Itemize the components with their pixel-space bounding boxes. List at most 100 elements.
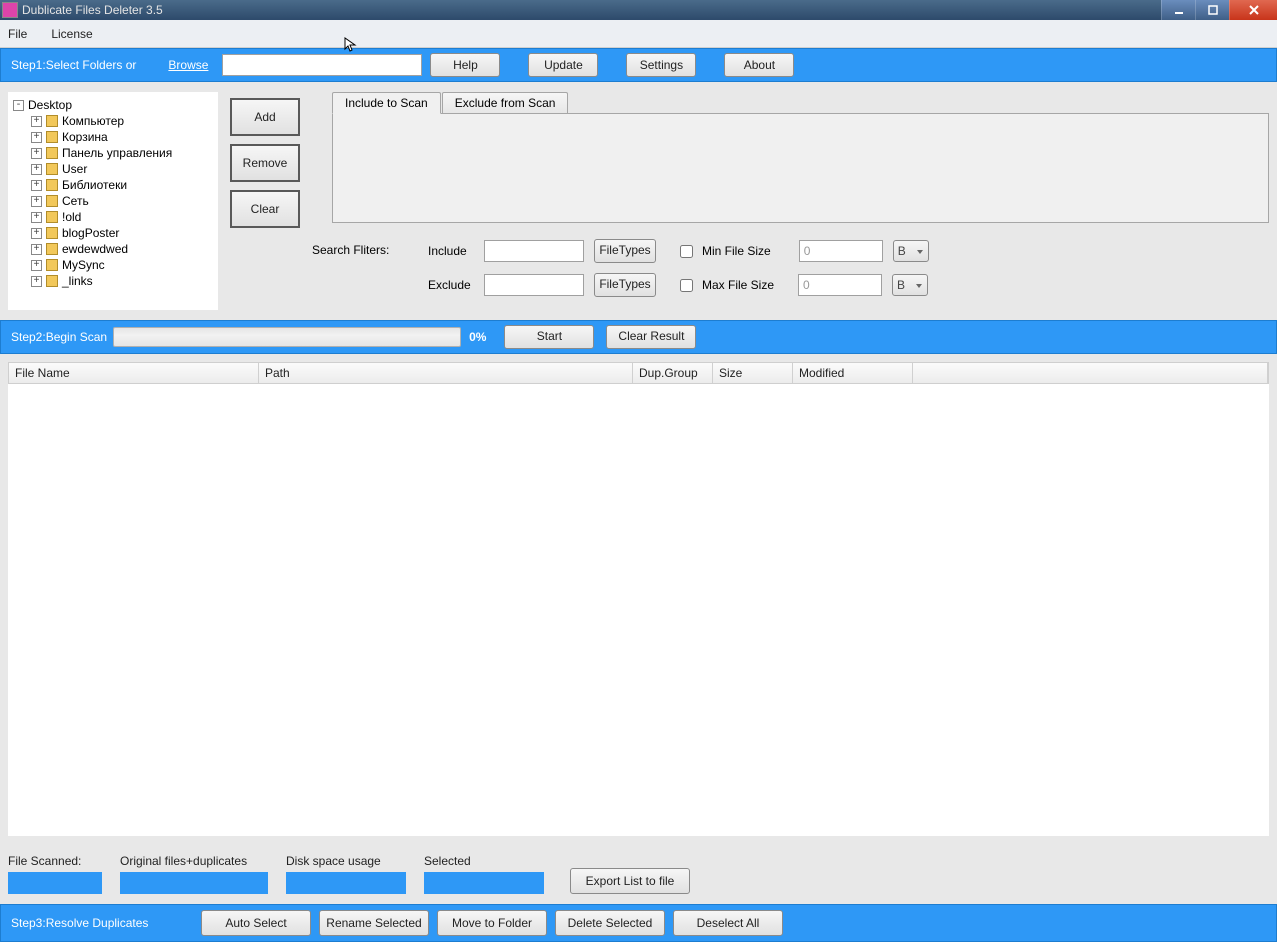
- add-button[interactable]: Add: [230, 98, 300, 136]
- include-input[interactable]: [484, 240, 584, 262]
- window-titlebar: Dublicate Files Deleter 3.5: [0, 0, 1277, 20]
- expand-icon[interactable]: +: [31, 132, 42, 143]
- help-button[interactable]: Help: [430, 53, 500, 77]
- maximize-button[interactable]: [1195, 0, 1229, 20]
- tree-node-label: Сеть: [62, 193, 89, 209]
- window-title: Dublicate Files Deleter 3.5: [22, 3, 163, 17]
- scan-percent: 0%: [469, 330, 486, 344]
- expand-icon[interactable]: +: [31, 276, 42, 287]
- close-button[interactable]: [1229, 0, 1277, 20]
- folder-icon: [46, 227, 58, 239]
- exclude-filetypes-button[interactable]: FileTypes: [594, 273, 656, 297]
- max-size-label: Max File Size: [702, 278, 774, 292]
- stat-selected-label: Selected: [424, 854, 544, 868]
- table-body[interactable]: [8, 384, 1269, 836]
- folder-icon: [46, 259, 58, 271]
- update-button[interactable]: Update: [528, 53, 598, 77]
- expand-icon[interactable]: +: [31, 260, 42, 271]
- filters-title: Search Fliters:: [312, 239, 402, 297]
- max-size-unit[interactable]: B: [892, 274, 928, 296]
- tree-node-label: blogPoster: [62, 225, 119, 241]
- tree-node[interactable]: +!old: [11, 209, 215, 225]
- tree-node[interactable]: +ewdewdwed: [11, 241, 215, 257]
- exclude-input[interactable]: [484, 274, 584, 296]
- results-table[interactable]: File Name Path Dup.Group Size Modified: [8, 362, 1269, 836]
- delete-selected-button[interactable]: Delete Selected: [555, 910, 665, 936]
- tree-node[interactable]: + Библиотеки: [11, 177, 215, 193]
- folder-tree[interactable]: - Desktop +Компьютер+Корзина+Панель упра…: [8, 92, 218, 310]
- menu-license[interactable]: License: [51, 27, 92, 41]
- folder-icon: [46, 211, 58, 223]
- max-size-checkbox[interactable]: [680, 279, 693, 292]
- step2-bar: Step2:Begin Scan 0% Start Clear Result: [0, 320, 1277, 354]
- scan-tab-body: [332, 113, 1269, 223]
- export-button[interactable]: Export List to file: [570, 868, 690, 894]
- tree-node[interactable]: + MySync: [11, 257, 215, 273]
- folder-icon: [46, 115, 58, 127]
- max-size-input[interactable]: [798, 274, 882, 296]
- tab-exclude[interactable]: Exclude from Scan: [442, 92, 569, 114]
- min-size-input[interactable]: [799, 240, 883, 262]
- folder-icon: [46, 275, 58, 287]
- col-group[interactable]: Dup.Group: [633, 363, 713, 383]
- tree-node[interactable]: +Компьютер: [11, 113, 215, 129]
- expand-icon[interactable]: +: [31, 148, 42, 159]
- stats-row: File Scanned: Original files+duplicates …: [0, 844, 1277, 904]
- rename-selected-button[interactable]: Rename Selected: [319, 910, 429, 936]
- tab-include[interactable]: Include to Scan: [332, 92, 441, 114]
- stat-disk-value: [286, 872, 406, 894]
- auto-select-button[interactable]: Auto Select: [201, 910, 311, 936]
- app-icon: [2, 2, 18, 18]
- min-size-unit[interactable]: B: [893, 240, 929, 262]
- start-button[interactable]: Start: [504, 325, 594, 349]
- path-input[interactable]: [222, 54, 422, 76]
- exclude-label: Exclude: [428, 278, 474, 292]
- col-path[interactable]: Path: [259, 363, 633, 383]
- step2-label: Step2:Begin Scan: [11, 330, 107, 344]
- tree-node[interactable]: +_links: [11, 273, 215, 289]
- tree-node-label: MySync: [62, 257, 105, 273]
- collapse-icon[interactable]: -: [13, 100, 24, 111]
- step1-bar: Step1:Select Folders or Browse Help Upda…: [0, 48, 1277, 82]
- tree-node[interactable]: + blogPoster: [11, 225, 215, 241]
- stat-orig-value: [120, 872, 268, 894]
- min-size-checkbox[interactable]: [680, 245, 693, 258]
- tree-node-label: Корзина: [62, 129, 108, 145]
- deselect-all-button[interactable]: Deselect All: [673, 910, 783, 936]
- include-filetypes-button[interactable]: FileTypes: [594, 239, 656, 263]
- expand-icon[interactable]: +: [31, 228, 42, 239]
- tree-node[interactable]: +Панель управления: [11, 145, 215, 161]
- folder-icon: [46, 147, 58, 159]
- tree-node-label: Библиотеки: [62, 177, 127, 193]
- expand-icon[interactable]: +: [31, 164, 42, 175]
- col-size[interactable]: Size: [713, 363, 793, 383]
- expand-icon[interactable]: +: [31, 244, 42, 255]
- menu-file[interactable]: File: [8, 27, 27, 41]
- expand-icon[interactable]: +: [31, 180, 42, 191]
- minimize-button[interactable]: [1161, 0, 1195, 20]
- clear-button[interactable]: Clear: [230, 190, 300, 228]
- clear-result-button[interactable]: Clear Result: [606, 325, 696, 349]
- about-button[interactable]: About: [724, 53, 794, 77]
- min-size-label: Min File Size: [702, 244, 771, 258]
- expand-icon[interactable]: +: [31, 116, 42, 127]
- tree-root[interactable]: - Desktop: [11, 97, 215, 113]
- move-to-folder-button[interactable]: Move to Folder: [437, 910, 547, 936]
- expand-icon[interactable]: +: [31, 212, 42, 223]
- col-modified[interactable]: Modified: [793, 363, 913, 383]
- col-filename[interactable]: File Name: [9, 363, 259, 383]
- browse-link[interactable]: Browse: [168, 58, 208, 72]
- folder-icon: [46, 243, 58, 255]
- tree-node[interactable]: +User: [11, 161, 215, 177]
- tree-node[interactable]: + Сеть: [11, 193, 215, 209]
- tree-node[interactable]: + Корзина: [11, 129, 215, 145]
- settings-button[interactable]: Settings: [626, 53, 696, 77]
- remove-button[interactable]: Remove: [230, 144, 300, 182]
- step1-label: Step1:Select Folders or: [11, 58, 136, 72]
- folder-icon: [46, 195, 58, 207]
- include-label: Include: [428, 244, 474, 258]
- expand-icon[interactable]: +: [31, 196, 42, 207]
- stat-scanned-value: [8, 872, 102, 894]
- stat-selected-value: [424, 872, 544, 894]
- tree-root-label: Desktop: [28, 97, 72, 113]
